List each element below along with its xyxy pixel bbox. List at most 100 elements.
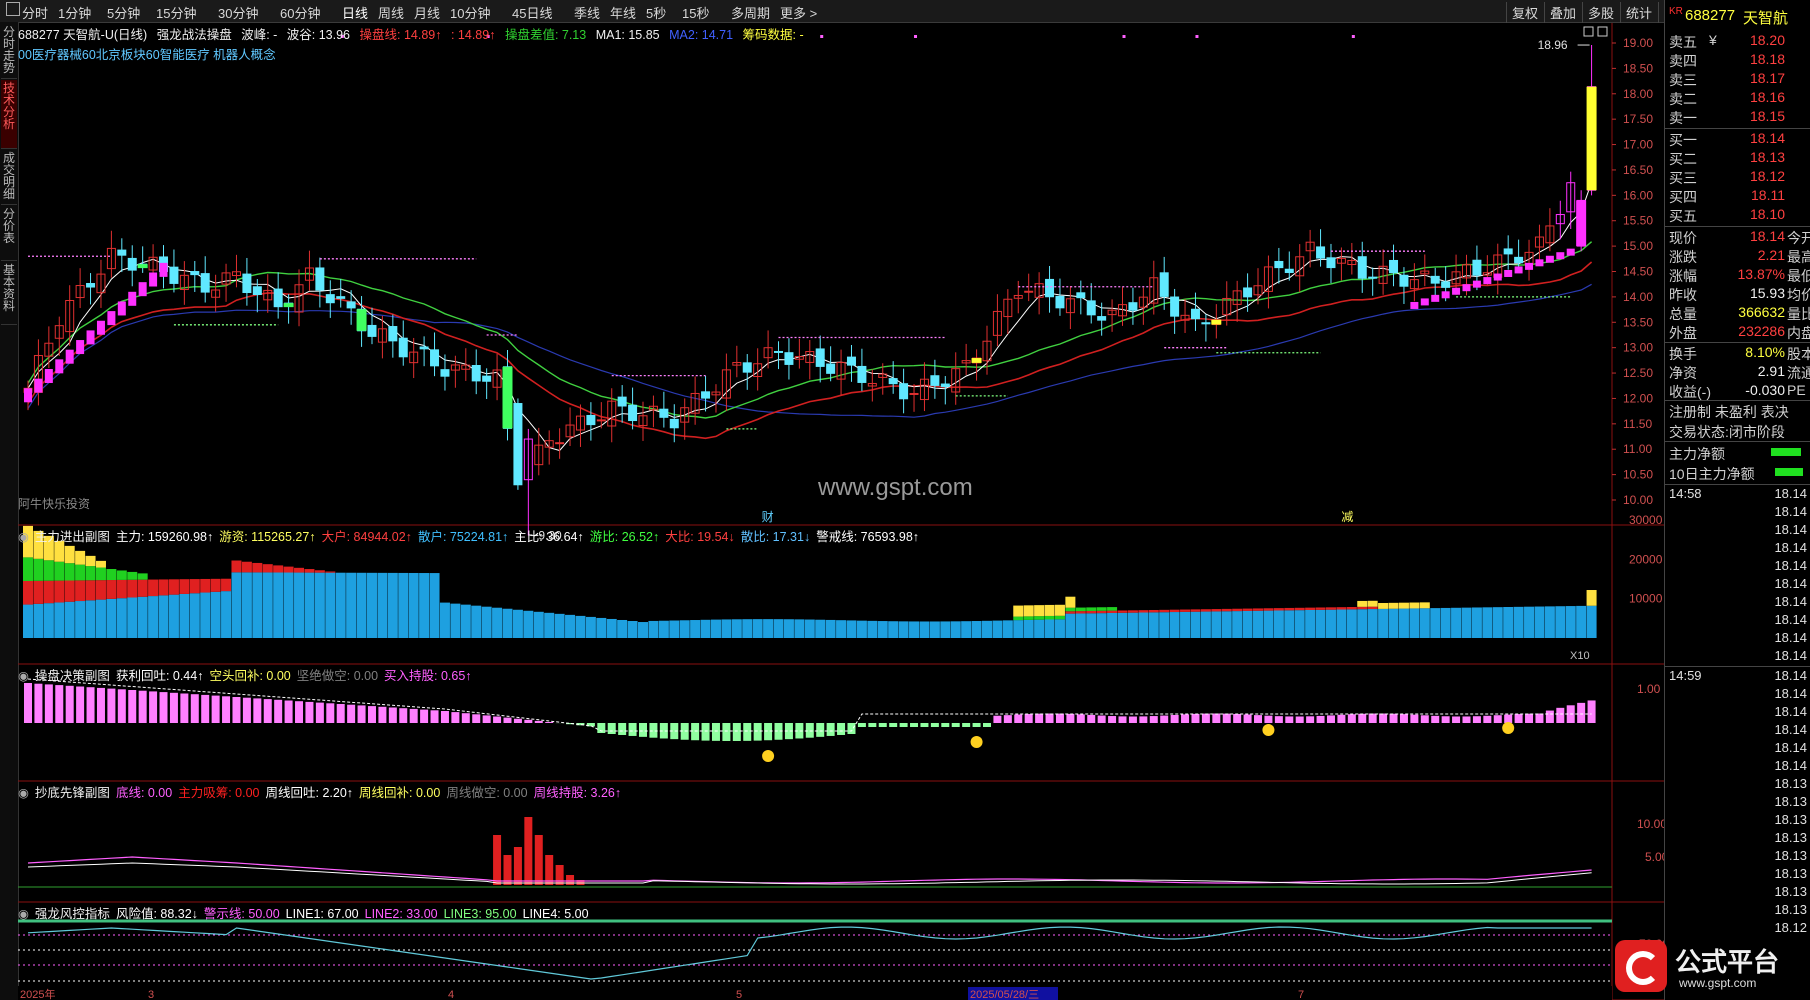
candle-body xyxy=(617,396,627,407)
fund-bar xyxy=(1378,602,1389,609)
fund-bar xyxy=(877,621,888,638)
wave-peak: 波峰: - xyxy=(241,28,278,42)
decision-bar xyxy=(295,701,304,723)
period-tab-0[interactable]: 分时 xyxy=(22,3,48,22)
fund-bar xyxy=(815,619,826,638)
decision-bar xyxy=(1431,715,1440,723)
period-tab-14[interactable]: 15秒 xyxy=(682,3,709,22)
indicator-field-4: LINE3: 95.00 xyxy=(443,907,517,921)
signal-candle xyxy=(283,303,294,308)
period-tab-15[interactable]: 多周期 xyxy=(731,3,770,22)
toolbar-button-3[interactable]: 统计 xyxy=(1620,2,1657,23)
decision-bar xyxy=(242,697,251,723)
left-tab-3[interactable]: 分价表 xyxy=(1,206,17,261)
decision-bar xyxy=(24,683,32,723)
period-tab-2[interactable]: 5分钟 xyxy=(107,3,140,22)
toolbar-button-2[interactable]: 多股 xyxy=(1582,2,1619,23)
period-tab-10[interactable]: 45日线 xyxy=(512,3,552,22)
decision-bar xyxy=(367,706,376,723)
decision-bar xyxy=(1545,710,1554,723)
period-tab-13[interactable]: 5秒 xyxy=(646,3,666,22)
decision-bar xyxy=(878,723,887,727)
toolbar-button-1[interactable]: 叠加 xyxy=(1544,2,1581,23)
fund-bar xyxy=(1263,610,1274,638)
chart-menu-icon[interactable] xyxy=(6,2,20,16)
period-tab-5[interactable]: 60分钟 xyxy=(280,3,320,22)
fund-bar xyxy=(148,579,159,597)
fund-bar xyxy=(1096,610,1107,614)
fund-bar xyxy=(23,557,33,581)
date-axis-label: 3 xyxy=(148,989,154,1000)
main-net-10-row: 10日主力净额 xyxy=(1665,464,1810,483)
fund-bar xyxy=(356,572,367,638)
trend-block xyxy=(24,388,32,403)
period-tab-16[interactable]: 更多 > xyxy=(780,3,817,22)
candle-body xyxy=(1430,275,1440,284)
fund-bar xyxy=(533,611,544,638)
fund-bar xyxy=(1367,609,1378,638)
fund-bar xyxy=(1065,607,1076,612)
left-tab-1[interactable]: 技术分析 xyxy=(1,80,17,149)
indicator-name: 强龙战法操盘 xyxy=(156,28,232,42)
decision-bar xyxy=(76,686,85,723)
indicator-toggle-icon[interactable]: ◉ xyxy=(18,669,29,683)
indicator-field-7: 散比: 17.31↓ xyxy=(740,530,811,544)
decision-bar xyxy=(388,707,397,723)
decision-bar xyxy=(962,723,971,727)
fund-bar xyxy=(950,621,961,638)
stock-title: 688277 天智航-U(日线) xyxy=(18,28,148,42)
chart-area[interactable]: 19.00 18.50 18.00 17.50 17.00 16.50 16.00 15.50… xyxy=(18,23,1664,1000)
fund-bar xyxy=(825,619,836,638)
tick-row: 18.14 xyxy=(1774,594,1807,609)
fund-bar xyxy=(1586,590,1597,606)
fund-bar xyxy=(804,619,815,638)
candle-body xyxy=(367,324,377,337)
indicator-field-0: 主力: 159260.98↑ xyxy=(115,530,214,544)
left-tab-2[interactable]: 成交明细 xyxy=(1,150,17,205)
decision-bar xyxy=(1452,716,1461,723)
indicator-field-3: LINE2: 33.00 xyxy=(364,907,438,921)
period-tab-8[interactable]: 月线 xyxy=(414,3,440,22)
decision-bar xyxy=(1264,715,1273,723)
fund-bar xyxy=(200,592,211,638)
indicator-toggle-icon[interactable]: ◉ xyxy=(18,786,29,800)
decision-bar xyxy=(545,722,554,723)
decision-bar xyxy=(649,723,658,738)
fund-bar xyxy=(1180,611,1191,638)
fund-bar xyxy=(398,572,409,638)
fund-bar xyxy=(429,573,440,638)
separator xyxy=(1665,128,1810,129)
period-tab-4[interactable]: 30分钟 xyxy=(218,3,258,22)
indicator-toggle-icon[interactable]: ◉ xyxy=(18,907,29,921)
candle-body xyxy=(586,414,596,426)
period-tab-1[interactable]: 1分钟 xyxy=(58,3,91,22)
left-tab-4[interactable]: 基本资料 xyxy=(1,262,17,325)
period-tab-9[interactable]: 10分钟 xyxy=(450,3,490,22)
period-tab-12[interactable]: 年线 xyxy=(610,3,636,22)
price-axis-label: 12.00 xyxy=(1623,391,1653,405)
period-tab-6[interactable]: 日线 xyxy=(342,3,368,22)
indicator-toggle-icon[interactable]: ◉ xyxy=(18,530,29,544)
fund-bar xyxy=(127,571,138,580)
candle-body xyxy=(846,356,856,366)
period-tab-3[interactable]: 15分钟 xyxy=(156,3,196,22)
left-tab-0[interactable]: 分时走势 xyxy=(1,24,17,79)
fund-bar xyxy=(346,572,357,638)
period-tab-11[interactable]: 季线 xyxy=(574,3,600,22)
stat-row: 涨幅 13.87% 最低 xyxy=(1669,266,1810,284)
decision-bar xyxy=(378,706,387,723)
candle-body xyxy=(117,249,127,256)
panel-resize-icon[interactable] xyxy=(1583,26,1594,37)
fund-axis-label: 10000 xyxy=(1629,592,1663,606)
fund-bar xyxy=(565,614,576,638)
fund-bar xyxy=(200,578,211,593)
toolbar-button-0[interactable]: 复权 xyxy=(1506,2,1543,23)
stat-row: 昨收 15.93 均价 xyxy=(1669,285,1810,303)
panel-max-icon[interactable] xyxy=(1597,26,1608,37)
candle-body xyxy=(398,337,408,358)
decision-bar xyxy=(284,700,293,723)
ma-green-line xyxy=(27,241,1593,419)
fund-bar xyxy=(85,600,96,638)
period-tab-7[interactable]: 周线 xyxy=(378,3,404,22)
indicator-name: 抄底先锋副图 xyxy=(34,786,110,800)
